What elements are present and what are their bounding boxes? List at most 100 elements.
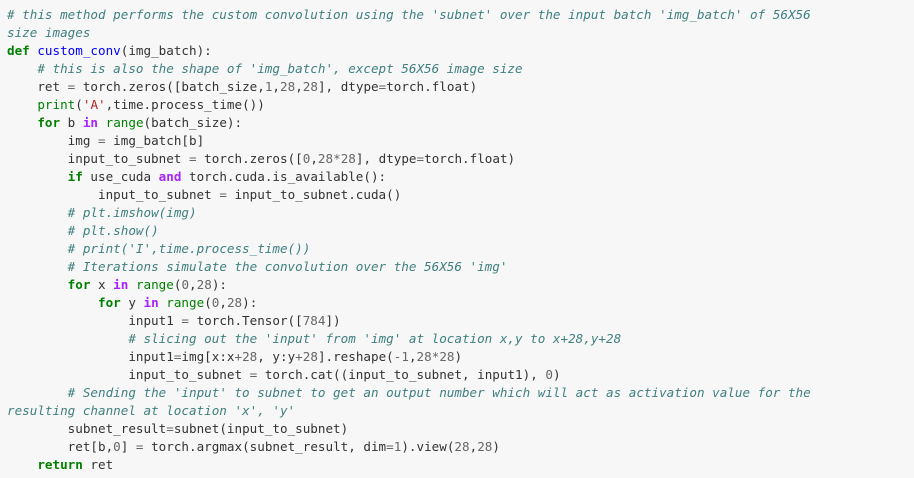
code-line: for y in range(0,28): xyxy=(7,294,914,312)
code-token: torch.zeros([batch_size, xyxy=(75,79,265,94)
code-line: ret[b,0] = torch.argmax(subnet_result, d… xyxy=(7,438,914,456)
code-token: 28 xyxy=(317,151,334,166)
code-token: , xyxy=(189,277,197,292)
code-token: subnet_result xyxy=(7,421,167,436)
code-token: ], dtype xyxy=(355,151,417,166)
code-token: , xyxy=(272,79,281,94)
code-token: range xyxy=(135,277,174,292)
code-token: if xyxy=(67,169,83,184)
code-line: input_to_subnet = input_to_subnet.cuda() xyxy=(7,186,914,204)
code-token: 784 xyxy=(302,313,326,328)
code-line: # Sending the 'input' to subnet to get a… xyxy=(7,384,914,402)
code-line: input1=img[x:x+28, y:y+28].reshape(-1,28… xyxy=(7,348,914,366)
code-token: 28 xyxy=(302,349,318,364)
code-token: print xyxy=(37,97,76,112)
code-line: subnet_result=subnet(input_to_subnet) xyxy=(7,420,914,438)
code-token: , xyxy=(295,79,303,94)
code-token: 0 xyxy=(113,439,121,454)
code-token: for xyxy=(98,295,121,310)
code-cell[interactable]: # this method performs the custom convol… xyxy=(0,0,914,478)
code-line: input_to_subnet = torch.zeros([0,28*28],… xyxy=(7,150,914,168)
code-token: = xyxy=(98,133,106,148)
code-token: # print('I',time.process_time()) xyxy=(67,241,311,256)
code-token: input_to_subnet.cuda() xyxy=(226,187,402,202)
code-token: ] xyxy=(120,439,136,454)
code-token: torch.cuda.is_available(): xyxy=(181,169,387,184)
code-token: 28 xyxy=(226,295,243,310)
code-token: ).view( xyxy=(401,439,455,454)
code-token: range xyxy=(105,115,144,130)
code-token: input_to_subnet xyxy=(7,187,220,202)
code-line: def custom_conv(img_batch): xyxy=(7,42,914,60)
code-line: size images xyxy=(7,24,914,42)
code-token: and xyxy=(158,169,182,184)
code-token: 28 xyxy=(416,349,432,364)
code-token: 0 xyxy=(181,277,190,292)
code-token: torch.float) xyxy=(386,79,478,94)
code-token: 28 xyxy=(280,79,296,94)
code-token: * xyxy=(333,151,341,166)
code-token: 28 xyxy=(196,277,212,292)
code-token: = xyxy=(386,439,394,454)
code-line: # this method performs the custom convol… xyxy=(7,6,914,24)
code-token: (img_batch): xyxy=(120,43,212,58)
code-line: input1 = torch.Tensor([784]) xyxy=(7,312,914,330)
code-token: ( xyxy=(75,97,83,112)
code-token: , xyxy=(219,295,227,310)
code-token: in xyxy=(113,277,129,292)
code-line: # slicing out the 'input' from 'img' at … xyxy=(7,330,914,348)
code-token: input1 xyxy=(7,313,182,328)
code-token: 'A' xyxy=(82,97,106,112)
code-token: ], dtype xyxy=(317,79,379,94)
code-line: for b in range(batch_size): xyxy=(7,114,914,132)
code-token: ( xyxy=(204,295,212,310)
code-token: custom_conv xyxy=(37,43,121,58)
code-token: ): xyxy=(242,295,258,310)
code-token: torch.Tensor([ xyxy=(188,313,303,328)
code-line: resulting channel at location 'x', 'y' xyxy=(7,402,914,420)
code-token: torch.zeros([ xyxy=(196,151,303,166)
code-line: for x in range(0,28): xyxy=(7,276,914,294)
code-token: = xyxy=(135,439,144,454)
code-token: 28 xyxy=(439,349,455,364)
code-token: ret[b, xyxy=(7,439,114,454)
code-line: input_to_subnet = torch.cat((input_to_su… xyxy=(7,366,914,384)
code-token: y xyxy=(120,295,144,310)
code-token: for xyxy=(37,115,61,130)
code-line: # Iterations simulate the convolution ov… xyxy=(7,258,914,276)
code-token: = xyxy=(219,187,227,202)
code-token: torch.cat((input_to_subnet, input1), xyxy=(257,367,546,382)
code-line: # print('I',time.process_time()) xyxy=(7,240,914,258)
code-token: def xyxy=(7,43,30,58)
code-line: # plt.imshow(img) xyxy=(7,204,914,222)
code-token: 28 xyxy=(340,151,356,166)
code-token: ret xyxy=(7,79,68,94)
code-token: use_cuda xyxy=(82,169,159,184)
code-token: return xyxy=(37,457,83,472)
code-token: ) xyxy=(492,439,500,454)
code-token: resulting channel at location 'x', 'y' xyxy=(7,403,296,418)
code-token: ret xyxy=(82,457,114,472)
code-token: x xyxy=(90,277,114,292)
code-token: = xyxy=(416,151,425,166)
code-token: = xyxy=(181,313,189,328)
code-token: input1 xyxy=(7,349,174,364)
code-token: # plt.show() xyxy=(67,223,159,238)
code-token: # slicing out the 'input' from 'img' at … xyxy=(128,331,622,346)
code-token: ,time.process_time()) xyxy=(105,97,265,112)
code-token: , y:y xyxy=(257,349,296,364)
code-token: # Sending the 'input' to subnet to get a… xyxy=(67,385,811,400)
code-token: 1 xyxy=(401,349,409,364)
code-token: in xyxy=(143,295,159,310)
code-token: 28 xyxy=(477,439,493,454)
